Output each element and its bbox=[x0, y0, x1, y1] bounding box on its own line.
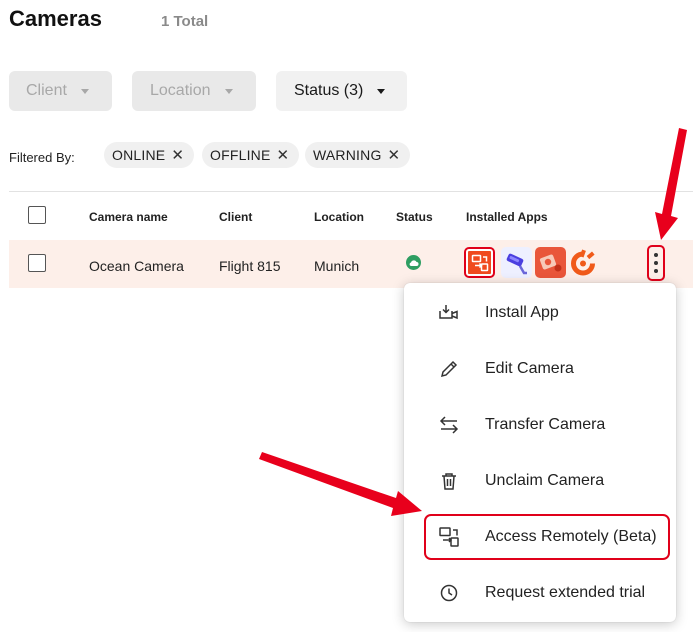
menu-item-label: Unclaim Camera bbox=[485, 472, 605, 489]
status-dropdown[interactable]: Status (3) bbox=[276, 71, 407, 111]
close-icon[interactable]: ✕ bbox=[388, 148, 401, 163]
column-header-status[interactable]: Status bbox=[396, 210, 433, 224]
arrow-to-access-remotely bbox=[259, 452, 422, 516]
remote-access-icon bbox=[438, 526, 460, 548]
kebab-dot-icon bbox=[654, 253, 658, 257]
install-app-icon bbox=[438, 302, 460, 324]
kebab-dot-icon bbox=[654, 269, 658, 273]
row-actions-kebab-button[interactable] bbox=[647, 245, 665, 281]
menu-item-request-extended-trial[interactable]: Request extended trial bbox=[404, 565, 676, 621]
location-dropdown-label: Location bbox=[150, 82, 211, 99]
column-header-location[interactable]: Location bbox=[314, 210, 364, 224]
close-icon[interactable]: ✕ bbox=[277, 148, 290, 163]
filtered-by-label: Filtered By: bbox=[9, 150, 75, 165]
menu-item-label: Transfer Camera bbox=[485, 416, 606, 433]
filter-chip-offline[interactable]: OFFLINE ✕ bbox=[202, 142, 300, 168]
client-cell: Flight 815 bbox=[219, 258, 281, 274]
chip-label: OFFLINE bbox=[210, 147, 271, 163]
online-status-icon bbox=[406, 255, 421, 270]
total-count: 1 Total bbox=[161, 13, 209, 30]
menu-item-transfer-camera[interactable]: Transfer Camera bbox=[404, 397, 676, 453]
menu-item-install-app[interactable]: Install App bbox=[404, 285, 676, 341]
pencil-icon bbox=[438, 358, 460, 380]
chip-label: WARNING bbox=[313, 147, 382, 163]
chip-label: ONLINE bbox=[112, 147, 166, 163]
client-dropdown[interactable]: Client bbox=[9, 71, 112, 111]
column-header-camera-name[interactable]: Camera name bbox=[89, 210, 168, 224]
location-cell: Munich bbox=[314, 258, 360, 274]
transfer-arrows-icon bbox=[438, 414, 460, 436]
select-all-checkbox[interactable] bbox=[28, 206, 46, 224]
chevron-down-icon bbox=[80, 88, 89, 94]
kebab-dot-icon bbox=[654, 261, 658, 265]
chevron-down-icon bbox=[377, 88, 386, 94]
menu-item-unclaim-camera[interactable]: Unclaim Camera bbox=[404, 453, 676, 509]
divider bbox=[9, 191, 693, 192]
analytics-app-icon[interactable] bbox=[567, 247, 598, 278]
row-checkbox[interactable] bbox=[28, 254, 46, 272]
camera-app-icon[interactable] bbox=[535, 247, 566, 278]
filter-chip-warning[interactable]: WARNING ✕ bbox=[305, 142, 411, 168]
location-dropdown[interactable]: Location bbox=[132, 71, 256, 111]
menu-item-label: Edit Camera bbox=[485, 360, 574, 377]
page-title: Cameras bbox=[9, 6, 102, 31]
menu-item-label: Access Remotely (Beta) bbox=[485, 528, 657, 545]
column-header-installed-apps: Installed Apps bbox=[466, 210, 548, 224]
menu-item-label: Request extended trial bbox=[485, 584, 646, 601]
remote-access-app-icon[interactable] bbox=[464, 247, 495, 278]
client-dropdown-label: Client bbox=[26, 82, 67, 99]
column-header-client[interactable]: Client bbox=[219, 210, 252, 224]
filter-chip-online[interactable]: ONLINE ✕ bbox=[104, 142, 195, 168]
menu-item-access-remotely[interactable]: Access Remotely (Beta) bbox=[424, 514, 670, 560]
trash-icon bbox=[438, 470, 460, 492]
clock-icon bbox=[438, 582, 460, 604]
arrow-to-kebab bbox=[655, 128, 687, 240]
close-icon[interactable]: ✕ bbox=[171, 148, 184, 163]
status-dropdown-label: Status (3) bbox=[294, 82, 364, 99]
row-actions-menu: Install App Edit Camera Transfer Camera … bbox=[404, 283, 676, 622]
menu-item-label: Install App bbox=[485, 304, 559, 321]
camera-name-cell[interactable]: Ocean Camera bbox=[89, 258, 184, 274]
chevron-down-icon bbox=[224, 88, 233, 94]
menu-item-edit-camera[interactable]: Edit Camera bbox=[404, 341, 676, 397]
security-camera-app-icon[interactable] bbox=[501, 247, 532, 278]
